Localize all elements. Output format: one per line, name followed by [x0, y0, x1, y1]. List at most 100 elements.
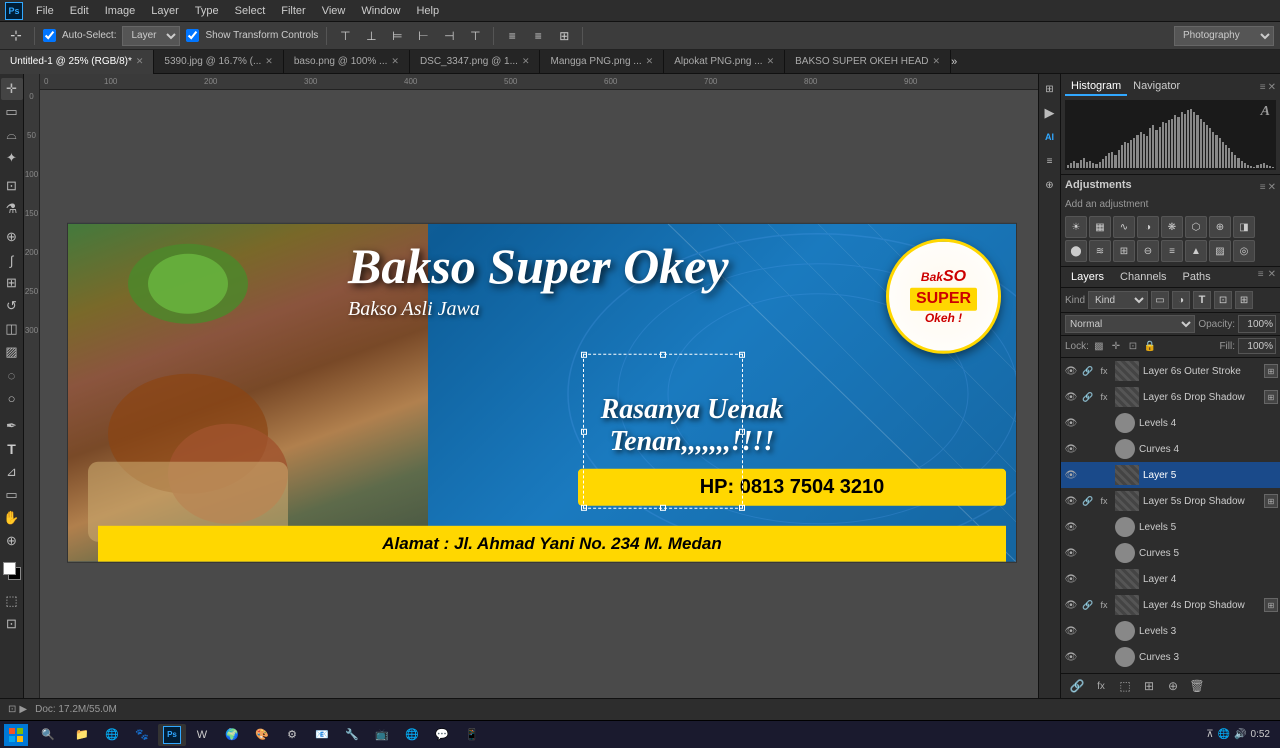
filter-pixel-icon[interactable]: ▭ — [1151, 291, 1169, 309]
tab-navigator[interactable]: Navigator — [1127, 78, 1186, 96]
marquee-tool[interactable]: ▭ — [1, 101, 23, 123]
layer-visibility-icon[interactable]: 👁 — [1063, 519, 1079, 535]
histogram-menu-btn[interactable]: ≡ — [1260, 82, 1266, 93]
align-center-icon[interactable]: ⊣ — [439, 26, 459, 46]
taskbar-app11[interactable]: 🌐 — [398, 724, 426, 746]
tab-5390[interactable]: 5390.jpg @ 16.7% (... ✕ — [154, 50, 283, 74]
menu-view[interactable]: View — [314, 3, 354, 19]
menu-image[interactable]: Image — [97, 3, 144, 19]
layers-close-btn[interactable]: ✕ — [1268, 269, 1276, 285]
layer-visibility-icon[interactable]: 👁 — [1063, 649, 1079, 665]
tab-layers[interactable]: Layers — [1065, 269, 1110, 285]
move-tool-options[interactable]: ⊹ — [6, 26, 26, 46]
filter-shape-icon[interactable]: ⊡ — [1214, 291, 1232, 309]
tab-paths[interactable]: Paths — [1177, 269, 1217, 285]
start-button[interactable] — [4, 724, 28, 746]
adj-channelmix-icon[interactable]: ≋ — [1089, 240, 1111, 262]
new-layer-btn[interactable]: ⊕ — [1163, 677, 1183, 695]
layer-visibility-icon[interactable]: 👁 — [1063, 363, 1079, 379]
taskbar-app13[interactable]: 📱 — [458, 724, 486, 746]
canvas-area[interactable]: 0 100 200 300 400 500 600 700 800 900 0 … — [24, 74, 1060, 698]
system-tray[interactable]: ⊼ 🌐 🔊 0:52 — [1200, 729, 1276, 740]
adj-photofilter-icon[interactable]: ⬤ — [1065, 240, 1087, 262]
menu-file[interactable]: File — [28, 3, 62, 19]
adj-exposure-icon[interactable]: ◑ — [1137, 216, 1159, 238]
new-group-btn[interactable]: ⊞ — [1139, 677, 1159, 695]
layer-row[interactable]: 👁Layer 5 — [1061, 462, 1280, 488]
layer-row[interactable]: 👁🔗fxLayer 6s Outer Stroke⊞ — [1061, 358, 1280, 384]
tab-bakso[interactable]: BAKSO SUPER OKEH HEAD ✕ — [785, 50, 951, 74]
filter-smart-icon[interactable]: ⊞ — [1235, 291, 1253, 309]
healing-tool[interactable]: ⊕ — [1, 226, 23, 248]
lock-all-icon[interactable]: 🔒 — [1143, 339, 1157, 353]
lock-position-icon[interactable]: ✛ — [1109, 339, 1123, 353]
adj-brightness-icon[interactable]: ☀ — [1065, 216, 1087, 238]
align-right-icon[interactable]: ⊤ — [465, 26, 485, 46]
layer-row[interactable]: 👁Levels 5 — [1061, 514, 1280, 540]
type-tool[interactable]: T — [1, 438, 23, 460]
taskbar-app6[interactable]: 🎨 — [248, 724, 276, 746]
adj-threshold-icon[interactable]: ▲ — [1185, 240, 1207, 262]
taskbar-word[interactable]: W — [188, 724, 216, 746]
filter-type-icon[interactable]: T — [1193, 291, 1211, 309]
histogram-close-btn[interactable]: ✕ — [1268, 82, 1276, 93]
align-top-icon[interactable]: ⊤ — [335, 26, 355, 46]
lock-artboard-icon[interactable]: ⊡ — [1126, 339, 1140, 353]
opacity-input[interactable] — [1238, 315, 1276, 333]
panel-btn4[interactable]: ≡ — [1039, 150, 1061, 172]
layer-visibility-icon[interactable]: 👁 — [1063, 415, 1079, 431]
properties-btn[interactable]: ⊞ — [1039, 78, 1061, 100]
adj-levels-icon[interactable]: ▦ — [1089, 216, 1111, 238]
taskbar-search[interactable]: 🔍 — [30, 724, 66, 746]
adj-selectivecolor-icon[interactable]: ◎ — [1233, 240, 1255, 262]
dodge-tool[interactable]: ○ — [1, 387, 23, 409]
move-tool[interactable]: ✛ — [1, 78, 23, 100]
layer-row[interactable]: 👁Curves 5 — [1061, 540, 1280, 566]
tab-histogram[interactable]: Histogram — [1065, 78, 1127, 96]
adj-gradient-icon[interactable]: ▨ — [1209, 240, 1231, 262]
gradient-tool[interactable]: ▨ — [1, 341, 23, 363]
tab-overflow[interactable]: » — [951, 56, 957, 68]
panel-btn5[interactable]: ⊕ — [1039, 174, 1061, 196]
adj-close-btn[interactable]: ✕ — [1268, 182, 1276, 193]
adj-colorbalance-icon[interactable]: ⊕ — [1209, 216, 1231, 238]
path-tool[interactable]: ⊿ — [1, 461, 23, 483]
color-picker[interactable] — [0, 558, 23, 584]
adj-posterize-icon[interactable]: ≡ — [1161, 240, 1183, 262]
layer-visibility-icon[interactable]: 👁 — [1063, 597, 1079, 613]
eraser-tool[interactable]: ◫ — [1, 318, 23, 340]
clone-tool[interactable]: ⊞ — [1, 272, 23, 294]
shape-tool[interactable]: ▭ — [1, 484, 23, 506]
lock-pixels-icon[interactable]: ▩ — [1092, 339, 1106, 353]
taskbar-app7[interactable]: ⚙ — [278, 724, 306, 746]
menu-layer[interactable]: Layer — [143, 3, 187, 19]
fill-input[interactable] — [1238, 338, 1276, 354]
layer-row[interactable]: 👁🔗fxLayer 4s Drop Shadow⊞ — [1061, 592, 1280, 618]
taskbar-app12[interactable]: 💬 — [428, 724, 456, 746]
tab-close-icon[interactable]: ✕ — [136, 56, 144, 67]
zoom-tool[interactable]: ⊕ — [1, 530, 23, 552]
layer-visibility-icon[interactable]: 👁 — [1063, 493, 1079, 509]
taskbar-ps[interactable]: Ps — [158, 724, 186, 746]
taskbar-browser[interactable]: 🌍 — [218, 724, 246, 746]
tab-mangga[interactable]: Mangga PNG.png ... ✕ — [540, 50, 664, 74]
taskbar-app3[interactable]: 🐾 — [128, 724, 156, 746]
brush-tool[interactable]: ∫ — [1, 249, 23, 271]
add-fx-btn[interactable]: fx — [1091, 677, 1111, 695]
layer-visibility-icon[interactable]: 👁 — [1063, 441, 1079, 457]
eyedropper-tool[interactable]: ⚗ — [1, 198, 23, 220]
taskbar-app9[interactable]: 🔧 — [338, 724, 366, 746]
menu-help[interactable]: Help — [408, 3, 447, 19]
crop-tool[interactable]: ⊡ — [1, 175, 23, 197]
tab-channels[interactable]: Channels — [1114, 269, 1172, 285]
workspace-select[interactable]: Photography — [1174, 26, 1274, 46]
adj-colorlookup-icon[interactable]: ⊞ — [1113, 240, 1135, 262]
distribute3-icon[interactable]: ⊞ — [554, 26, 574, 46]
layer-visibility-icon[interactable]: 👁 — [1063, 571, 1079, 587]
play-btn[interactable]: ▶ — [1039, 102, 1061, 124]
link-layers-btn[interactable]: 🔗 — [1067, 677, 1087, 695]
quick-mask-tool[interactable]: ⬚ — [1, 590, 23, 612]
layer-filter-select[interactable]: Kind — [1088, 291, 1148, 309]
layer-visibility-icon[interactable]: 👁 — [1063, 467, 1079, 483]
menu-select[interactable]: Select — [227, 3, 274, 19]
